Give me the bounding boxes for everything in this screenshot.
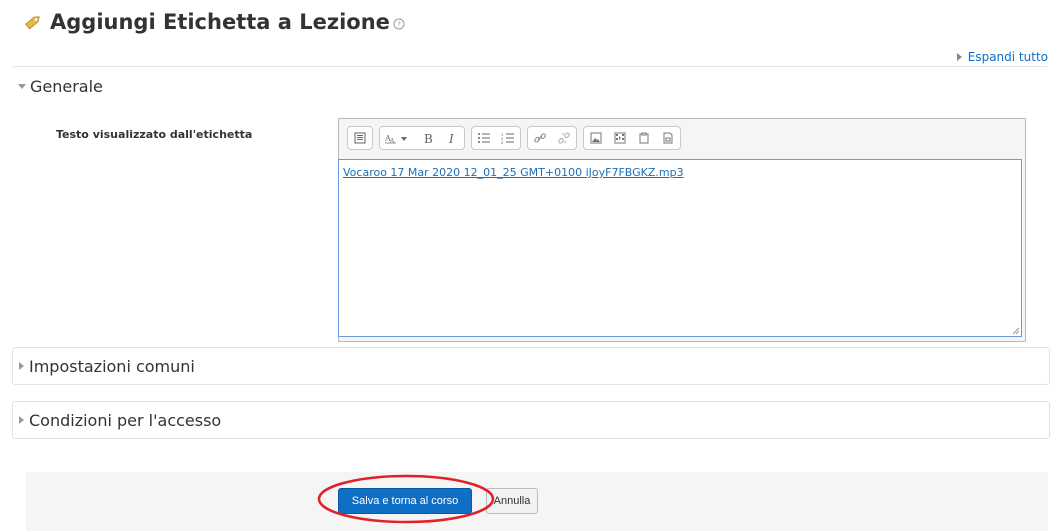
image-icon[interactable] [584, 127, 608, 149]
svg-text:3: 3 [501, 140, 504, 144]
toggle-toolbar-icon[interactable] [348, 127, 372, 149]
editor-toolbar: AA B I 123 [339, 119, 1025, 157]
bullet-list-icon[interactable] [472, 127, 496, 149]
chevron-right-icon [19, 362, 24, 370]
media-icon[interactable] [608, 127, 632, 149]
section-common-header[interactable]: Impostazioni comuni [13, 348, 1049, 384]
svg-text:B: B [424, 132, 433, 144]
rich-text-editor: AA B I 123 Vocaroo 17 Mar 2020 12_01_25 … [338, 118, 1026, 342]
svg-text:I: I [448, 132, 454, 144]
section-general-title: Generale [30, 76, 103, 96]
help-icon[interactable]: ? [393, 18, 405, 30]
cancel-button[interactable]: Annulla [486, 488, 538, 514]
toolbar-group-lists: 123 [471, 126, 521, 150]
record-audio-icon[interactable] [656, 127, 680, 149]
tag-icon [25, 16, 40, 30]
toolbar-group-links [527, 126, 577, 150]
page-title: Aggiungi Etichetta a Lezione [50, 10, 390, 34]
page-header: Aggiungi Etichetta a Lezione ? [22, 10, 405, 34]
triangle-right-icon [956, 53, 962, 61]
toolbar-group-toggle [347, 126, 373, 150]
audio-file-link[interactable]: Vocaroo 17 Mar 2020 12_01_25 GMT+0100 iJ… [343, 166, 684, 179]
expand-all-label: Espandi tutto [967, 50, 1048, 64]
font-style-icon[interactable]: AA [380, 127, 416, 149]
section-general-header[interactable]: Generale [12, 67, 1048, 105]
bold-icon[interactable]: B [416, 127, 440, 149]
label-text-field: Testo visualizzato dall'etichetta [56, 128, 253, 141]
unlink-icon[interactable] [552, 127, 576, 149]
svg-text:?: ? [397, 21, 401, 29]
manage-files-icon[interactable] [632, 127, 656, 149]
page: Aggiungi Etichetta a Lezione ? Espandi t… [12, 0, 1052, 531]
italic-icon[interactable]: I [440, 127, 464, 149]
section-access-conditions: Condizioni per l'accesso [12, 401, 1050, 439]
resize-grip-icon[interactable] [1012, 327, 1020, 335]
toolbar-group-media [583, 126, 681, 150]
numbered-list-icon[interactable]: 123 [496, 127, 520, 149]
label-text-editor-area[interactable]: Vocaroo 17 Mar 2020 12_01_25 GMT+0100 iJ… [338, 159, 1022, 337]
section-common-title: Impostazioni comuni [29, 356, 195, 376]
section-access-header[interactable]: Condizioni per l'accesso [13, 402, 1049, 438]
link-icon[interactable] [528, 127, 552, 149]
chevron-down-icon [18, 83, 26, 89]
save-return-button[interactable]: Salva e torna al corso [338, 488, 472, 514]
toolbar-group-style: AA B I [379, 126, 465, 150]
chevron-right-icon [19, 416, 24, 424]
section-access-title: Condizioni per l'accesso [29, 410, 222, 430]
expand-all-link[interactable]: Espandi tutto [956, 50, 1048, 64]
section-common-settings: Impostazioni comuni [12, 347, 1050, 385]
